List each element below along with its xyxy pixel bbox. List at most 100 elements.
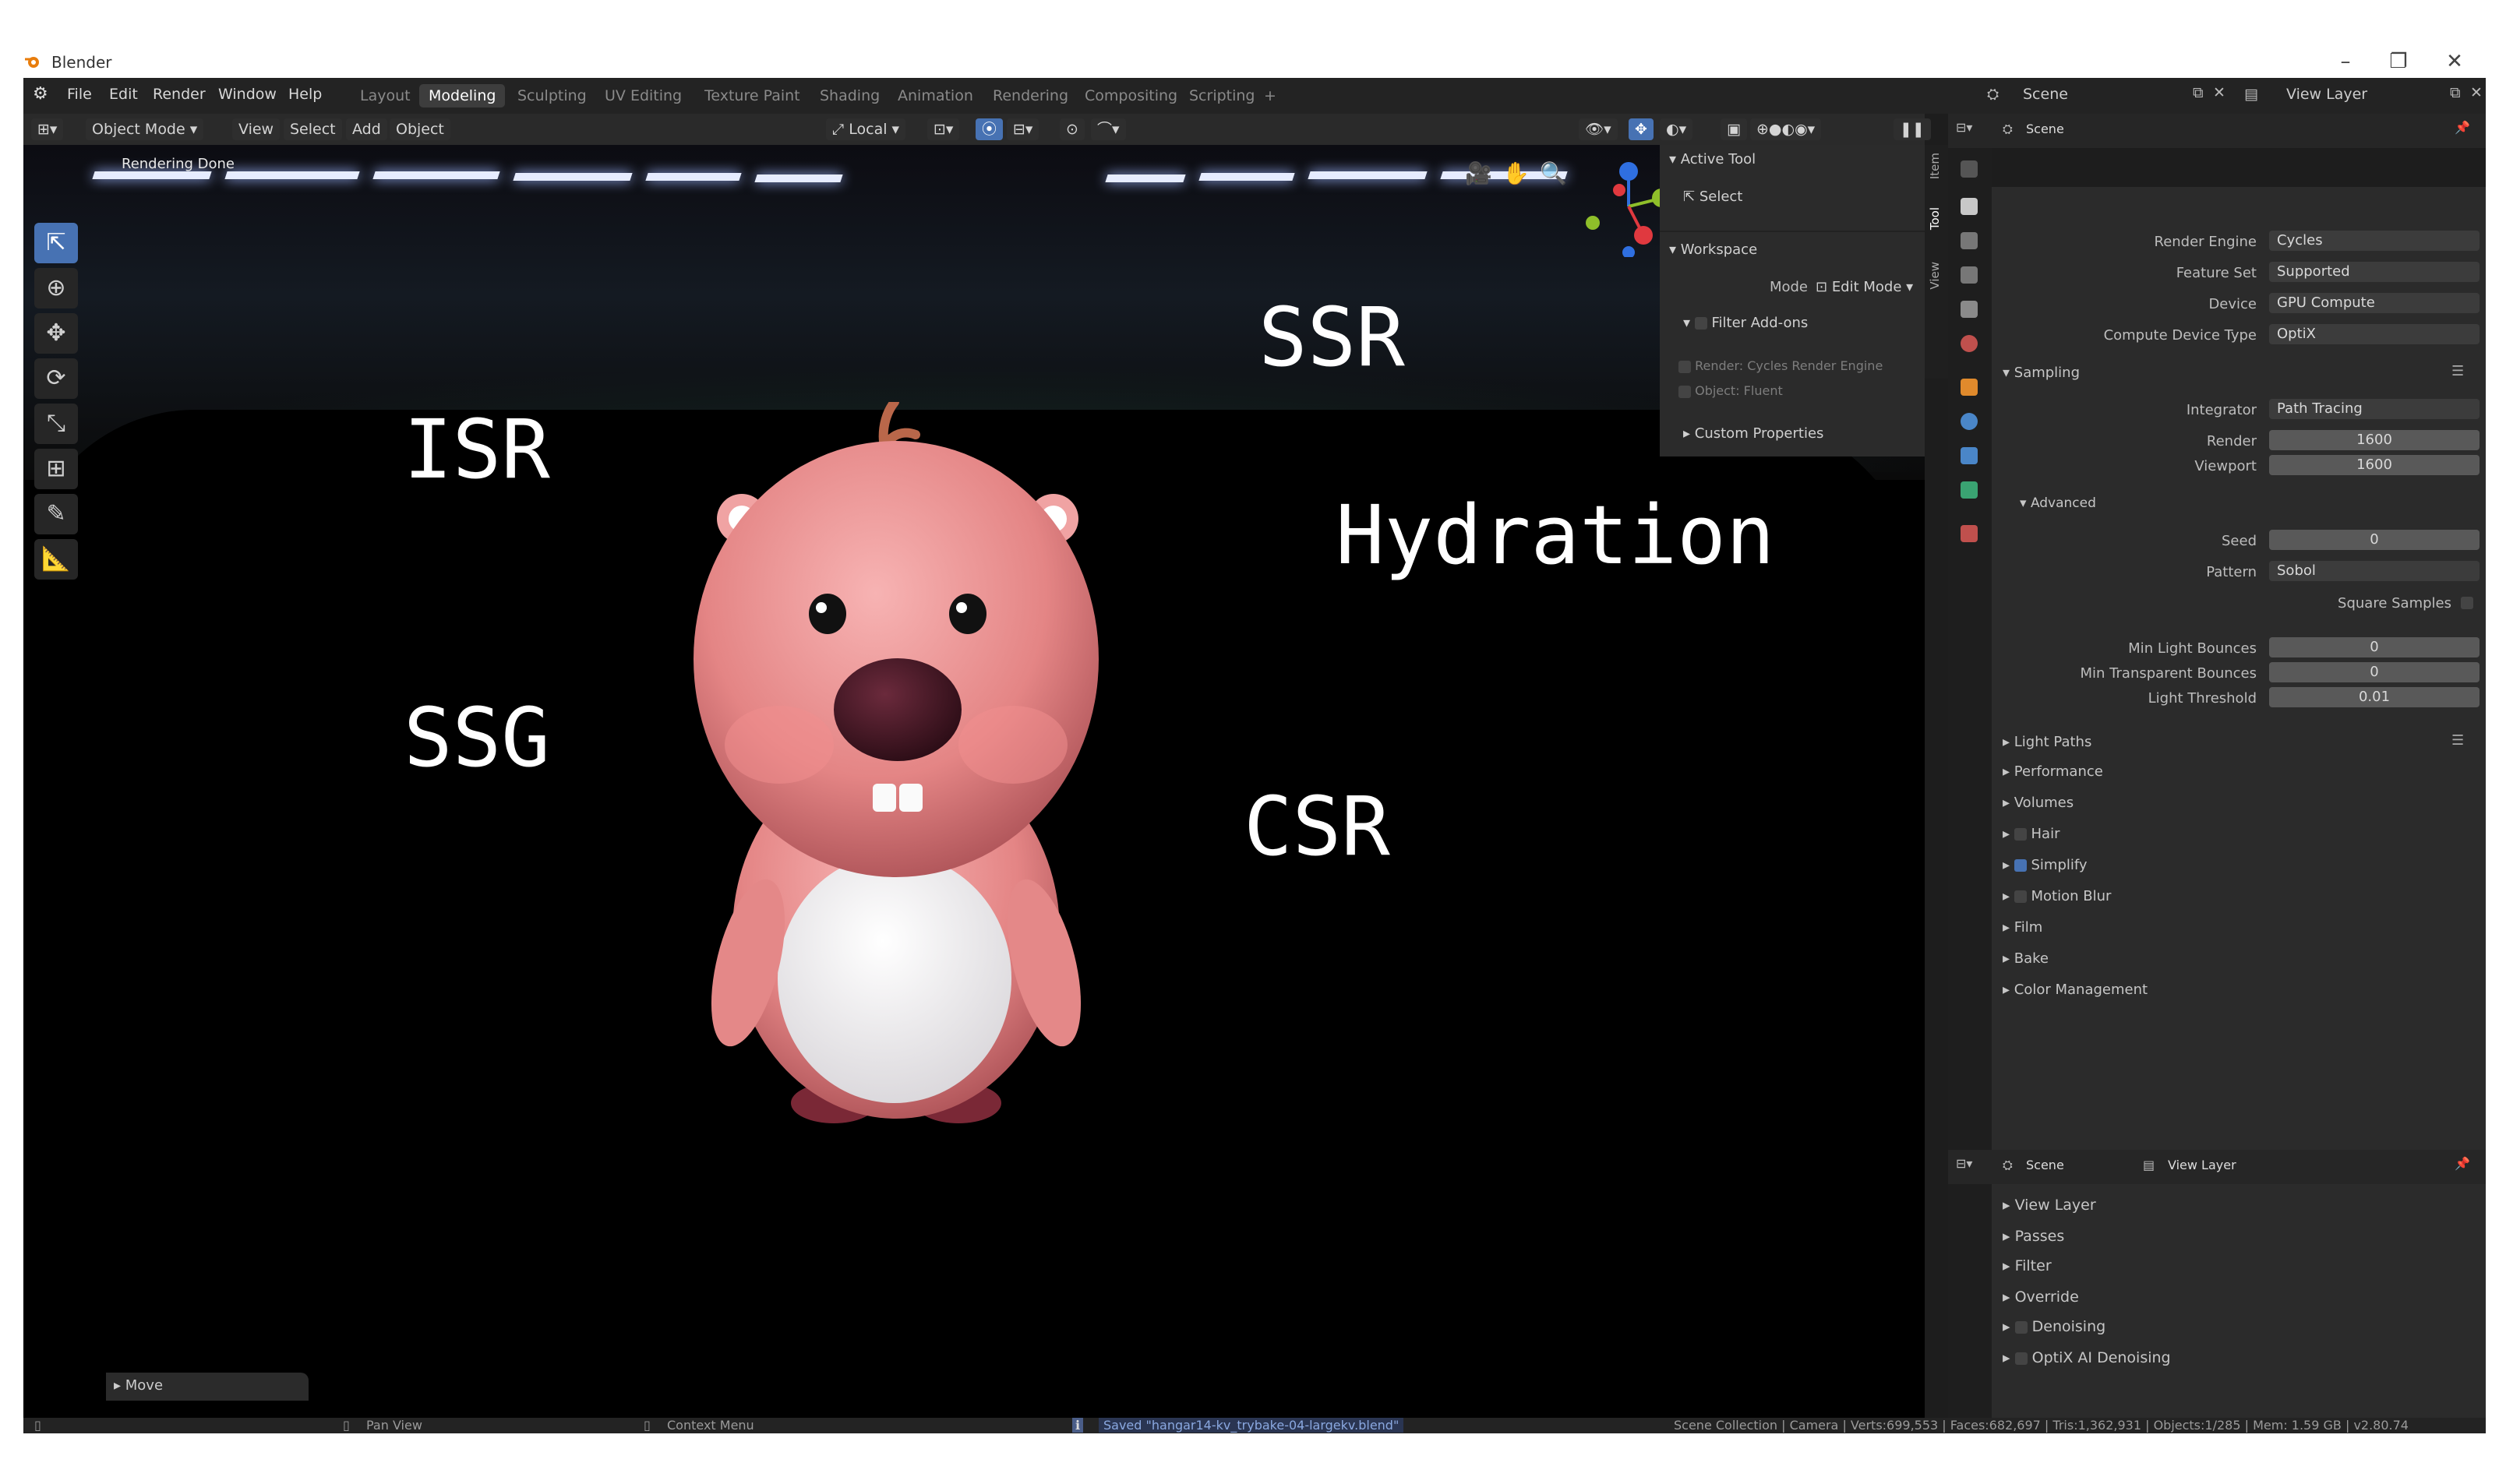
tool-properties-icon[interactable] — [1961, 160, 1978, 178]
hair-section[interactable]: ▸ Hair — [2003, 826, 2060, 842]
tab-layout[interactable]: Layout — [351, 84, 420, 108]
simplify-section[interactable]: ▸ Simplify — [2003, 857, 2088, 873]
optix-denoising-section[interactable]: ▸ OptiX AI Denoising — [2003, 1349, 2171, 1366]
feature-set-dropdown[interactable]: Supported — [2269, 262, 2480, 282]
tab-shading[interactable]: Shading — [810, 84, 889, 108]
scale-tool-icon[interactable]: ⤡ — [34, 404, 78, 444]
constraints-properties-icon[interactable] — [1961, 447, 1978, 464]
proportional-edit-icon[interactable]: ⊙ — [1060, 118, 1085, 140]
tab-view[interactable]: View — [1928, 262, 1942, 290]
new-view-layer-icon[interactable]: ⧉ — [2450, 84, 2461, 101]
minimize-button[interactable]: – — [2330, 48, 2361, 76]
filter-addons-checkbox[interactable] — [1694, 317, 1707, 330]
blender-menu-icon[interactable]: ⚙ — [33, 84, 48, 104]
light-threshold-field[interactable]: 0.01 — [2269, 687, 2480, 707]
visibility-icon[interactable]: 👁▾ — [1579, 118, 1618, 140]
menu-view[interactable]: View — [232, 118, 281, 140]
data-properties-icon[interactable] — [1961, 481, 1978, 499]
render-engine-dropdown[interactable]: Cycles — [2269, 231, 2480, 251]
light-paths-section[interactable]: ▸ Light Paths — [2003, 734, 2091, 750]
delete-view-layer-icon[interactable]: ✕ — [2470, 84, 2483, 101]
workspace-mode-dropdown[interactable]: ⊡ Edit Mode ▾ — [1816, 279, 1913, 295]
motion-blur-checkbox[interactable] — [2014, 890, 2027, 903]
tab-tool[interactable]: Tool — [1928, 207, 1942, 230]
rotate-tool-icon[interactable]: ⟳ — [34, 358, 78, 399]
tab-animation[interactable]: Animation — [888, 84, 983, 108]
workspace-header[interactable]: ▾ Workspace — [1669, 241, 1757, 258]
menu-window[interactable]: Window — [218, 86, 277, 103]
add-workspace-button[interactable]: + — [1255, 84, 1286, 108]
measure-tool-icon[interactable]: 📐 — [34, 539, 78, 580]
properties-editor-type-icon[interactable]: ⊟▾ — [1956, 120, 1972, 135]
denoising-checkbox[interactable] — [2014, 1320, 2028, 1334]
addon-fluent-row[interactable]: Object: Fluent — [1678, 383, 1783, 398]
transform-tool-icon[interactable]: ⊞ — [34, 449, 78, 489]
overlay-icon[interactable]: ◐▾ — [1660, 118, 1693, 140]
new-scene-icon[interactable]: ⧉ — [2193, 84, 2204, 101]
pin2-icon[interactable]: 📌 — [2455, 1156, 2470, 1171]
bake-section[interactable]: ▸ Bake — [2003, 950, 2049, 967]
addon-cycles-checkbox[interactable] — [1678, 360, 1691, 373]
viewport-samples-field[interactable]: 1600 — [2269, 455, 2480, 475]
seed-field[interactable]: 0 — [2269, 530, 2480, 550]
device-dropdown[interactable]: GPU Compute — [2269, 293, 2480, 313]
annotate-tool-icon[interactable]: ✎ — [34, 494, 78, 534]
film-section[interactable]: ▸ Film — [2003, 919, 2042, 936]
snap-target-icon[interactable]: ⊟▾ — [1007, 118, 1039, 140]
passes-section[interactable]: ▸ Passes — [2003, 1228, 2064, 1245]
pivot-icon[interactable]: ⊡▾ — [927, 118, 960, 140]
cursor-tool-icon[interactable]: ⊕ — [34, 268, 78, 308]
delete-scene-icon[interactable]: ✕ — [2213, 84, 2225, 101]
compute-device-type-dropdown[interactable]: OptiX — [2269, 324, 2480, 344]
tab-compositing[interactable]: Compositing — [1075, 84, 1187, 108]
object-properties-icon[interactable] — [1961, 379, 1978, 396]
color-management-section[interactable]: ▸ Color Management — [2003, 982, 2148, 998]
square-samples-checkbox[interactable] — [2461, 597, 2473, 609]
hair-checkbox[interactable] — [2014, 828, 2027, 841]
menu-add[interactable]: Add — [346, 118, 387, 140]
last-operator-panel[interactable]: ▸ Move — [106, 1373, 309, 1401]
render-properties-icon[interactable] — [1961, 198, 1978, 215]
scene-selector[interactable]: Scene — [2023, 86, 2068, 103]
editor-type-button[interactable]: ⊞▾ — [31, 118, 64, 140]
performance-section[interactable]: ▸ Performance — [2003, 763, 2103, 780]
render-samples-field[interactable]: 1600 — [2269, 430, 2480, 450]
orientation-dropdown[interactable]: ⤢ Local ▾ — [826, 118, 906, 140]
pin-icon[interactable]: 📌 — [2455, 120, 2470, 135]
tab-scripting[interactable]: Scripting — [1180, 84, 1265, 108]
sampling-header[interactable]: ▾ Sampling — [2003, 365, 2080, 381]
output-properties-icon[interactable] — [1961, 232, 1978, 249]
advanced-header[interactable]: ▾ Advanced — [2020, 495, 2096, 511]
move-tool-icon[interactable]: ✥ — [34, 313, 78, 354]
properties2-editor-type-icon[interactable]: ⊟▾ — [1956, 1156, 1972, 1171]
gizmo-icon[interactable]: ✥ — [1629, 118, 1654, 140]
presets-icon[interactable]: ☰ — [2451, 363, 2464, 379]
integrator-dropdown[interactable]: Path Tracing — [2269, 399, 2480, 419]
addon-fluent-checkbox[interactable] — [1678, 385, 1691, 398]
menu-help[interactable]: Help — [288, 86, 322, 103]
world-properties-icon[interactable] — [1961, 335, 1978, 352]
3d-viewport[interactable]: Rendering Done ⇱ ⊕ ✥ ⟳ ⤡ ⊞ ✎ 📐 🎥 ✋ 🔍 SSR… — [23, 145, 1925, 1418]
camera-view-icon[interactable]: 🎥 — [1465, 160, 1492, 186]
volumes-section[interactable]: ▸ Volumes — [2003, 795, 2074, 811]
view-layer-selector[interactable]: View Layer — [2286, 86, 2367, 103]
motion-blur-section[interactable]: ▸ Motion Blur — [2003, 888, 2111, 904]
select-tool-row[interactable]: ⇱ Select — [1683, 189, 1742, 205]
min-light-bounces-field[interactable]: 0 — [2269, 637, 2480, 657]
tab-rendering[interactable]: Rendering — [983, 84, 1078, 108]
min-transparent-bounces-field[interactable]: 0 — [2269, 662, 2480, 682]
denoising-section[interactable]: ▸ Denoising — [2003, 1318, 2105, 1335]
menu-render[interactable]: Render — [153, 86, 206, 103]
simplify-checkbox[interactable] — [2014, 859, 2027, 872]
zoom-icon[interactable]: 🔍 — [1540, 160, 1567, 186]
tab-item[interactable]: Item — [1928, 153, 1942, 179]
texture-properties-icon[interactable] — [1961, 525, 1978, 542]
snap-icon[interactable]: ⦿ — [976, 118, 1004, 140]
light-paths-presets-icon[interactable]: ☰ — [2451, 732, 2464, 749]
select-tool-icon[interactable]: ⇱ — [34, 223, 78, 263]
addon-cycles-row[interactable]: Render: Cycles Render Engine — [1678, 358, 1883, 373]
pan-hand-icon[interactable]: ✋ — [1502, 160, 1530, 186]
filter-addons-toggle[interactable]: ▾ Filter Add-ons — [1683, 315, 1808, 331]
menu-file[interactable]: File — [67, 86, 92, 103]
physics-properties-icon[interactable] — [1961, 413, 1978, 430]
